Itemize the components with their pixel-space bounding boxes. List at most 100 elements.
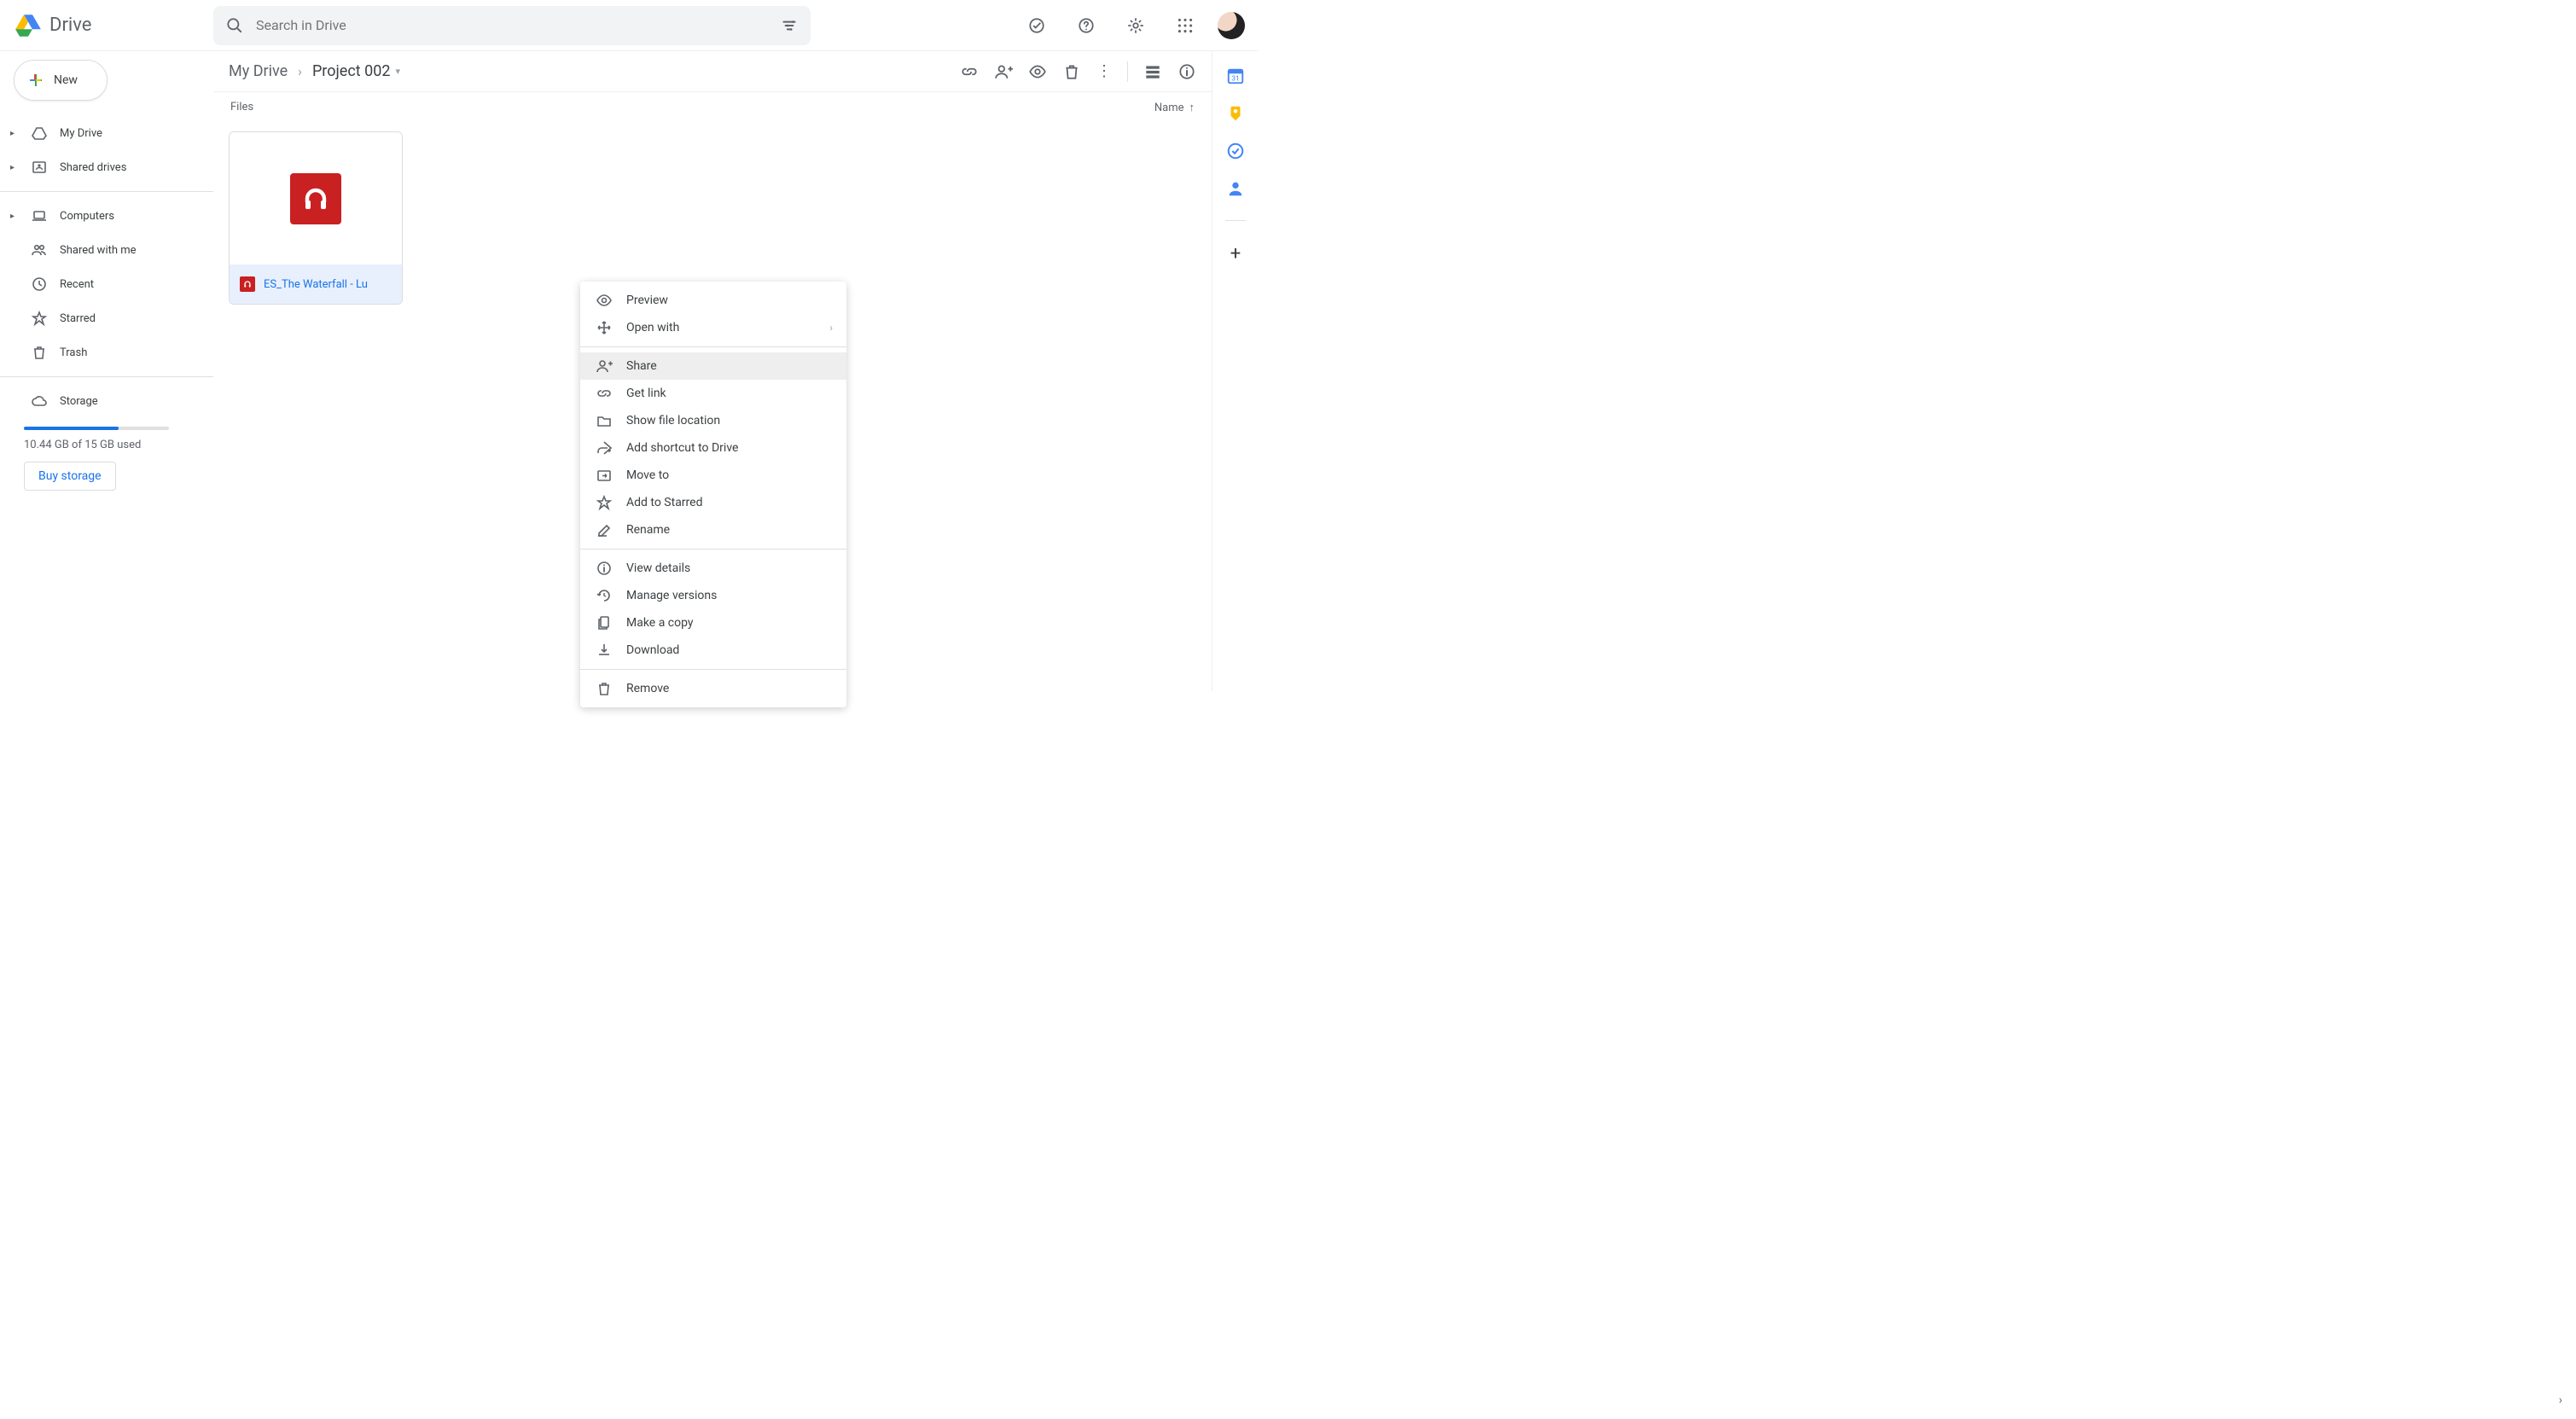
sidebar-item-label: My Drive bbox=[60, 127, 102, 140]
trash-icon bbox=[31, 344, 48, 361]
link-icon[interactable] bbox=[960, 62, 979, 81]
recent-icon bbox=[31, 276, 48, 293]
add-on-button[interactable]: + bbox=[1230, 243, 1241, 265]
context-menu-item-open-with[interactable]: Open with› bbox=[580, 314, 846, 341]
context-menu-item-add-shortcut-to-drive[interactable]: Add shortcut to Drive bbox=[580, 434, 846, 462]
side-panel-toggle[interactable]: › bbox=[2559, 1393, 2562, 1407]
search-filter-icon[interactable] bbox=[780, 16, 799, 35]
context-menu-item-show-file-location[interactable]: Show file location bbox=[580, 407, 846, 434]
chevron-right-icon: › bbox=[829, 322, 833, 334]
cloud-icon bbox=[31, 393, 48, 410]
context-menu-label: Share bbox=[626, 359, 657, 373]
contacts-icon[interactable] bbox=[1226, 179, 1245, 198]
sidebar-item-label: Starred bbox=[60, 312, 96, 325]
sidebar-item-my-drive[interactable]: ▸My Drive bbox=[0, 116, 213, 150]
file-name: ES_The Waterfall - Lu bbox=[264, 278, 368, 291]
info-icon bbox=[596, 560, 613, 577]
star-icon bbox=[31, 310, 48, 327]
breadcrumb-root[interactable]: My Drive bbox=[229, 62, 288, 80]
sort-button[interactable]: Name ↑ bbox=[1154, 101, 1195, 114]
history-icon bbox=[596, 587, 613, 604]
settings-button[interactable] bbox=[1119, 9, 1153, 43]
eye-icon bbox=[596, 292, 613, 309]
context-menu-label: Remove bbox=[626, 682, 669, 695]
list-view-icon[interactable] bbox=[1143, 62, 1162, 81]
context-menu-item-download[interactable]: Download bbox=[580, 637, 846, 664]
header-actions bbox=[1020, 9, 1245, 43]
new-button[interactable]: New bbox=[14, 60, 108, 101]
context-menu-item-make-a-copy[interactable]: Make a copy bbox=[580, 609, 846, 637]
context-menu-item-manage-versions[interactable]: Manage versions bbox=[580, 582, 846, 609]
context-menu-label: Rename bbox=[626, 523, 670, 537]
app-name: Drive bbox=[49, 15, 91, 36]
svg-text:31: 31 bbox=[1231, 75, 1239, 84]
apps-button[interactable] bbox=[1168, 9, 1202, 43]
audio-file-icon bbox=[240, 276, 255, 292]
breadcrumb-current[interactable]: Project 002▾ bbox=[312, 62, 400, 80]
shortcut-icon bbox=[596, 439, 613, 457]
sidebar-item-label: Shared drives bbox=[60, 161, 126, 174]
eye-icon[interactable] bbox=[1028, 62, 1047, 81]
file-card[interactable]: ES_The Waterfall - Lu bbox=[229, 131, 403, 305]
download-icon bbox=[596, 642, 613, 659]
sort-label: Name bbox=[1154, 102, 1184, 114]
search-input[interactable] bbox=[256, 17, 768, 33]
apps-icon bbox=[1176, 16, 1195, 35]
shared-drives-icon bbox=[31, 159, 48, 176]
offline-ready-button[interactable] bbox=[1020, 9, 1054, 43]
buy-storage-button[interactable]: Buy storage bbox=[24, 462, 116, 491]
help-icon bbox=[1077, 16, 1096, 35]
keep-icon[interactable] bbox=[1226, 104, 1245, 123]
open-with-icon bbox=[596, 319, 613, 336]
trash-icon[interactable] bbox=[1062, 62, 1081, 81]
plus-icon bbox=[25, 70, 45, 90]
search-icon bbox=[225, 16, 244, 35]
sidebar-item-shared-with-me[interactable]: ▸Shared with me bbox=[0, 233, 213, 267]
context-menu-item-share[interactable]: Share bbox=[580, 352, 846, 380]
person-add-icon[interactable] bbox=[994, 62, 1013, 81]
info-icon[interactable] bbox=[1178, 62, 1196, 81]
computers-icon bbox=[31, 207, 48, 224]
search-bar[interactable] bbox=[213, 6, 811, 45]
main-content: My Drive › Project 002▾ ⋮ Files Name↑ bbox=[213, 51, 1212, 691]
context-menu-label: Preview bbox=[626, 294, 668, 307]
sidebar-item-label: Trash bbox=[60, 346, 87, 359]
sidebar-item-recent[interactable]: ▸Recent bbox=[0, 267, 213, 301]
context-menu-label: Download bbox=[626, 643, 679, 657]
chevron-right-icon: › bbox=[298, 63, 302, 79]
context-menu-label: Add to Starred bbox=[626, 496, 702, 509]
context-menu-item-move-to[interactable]: Move to bbox=[580, 462, 846, 489]
rename-icon bbox=[596, 521, 613, 538]
sidebar-item-trash[interactable]: ▸Trash bbox=[0, 335, 213, 369]
context-menu-item-remove[interactable]: Remove bbox=[580, 675, 846, 702]
file-thumbnail bbox=[230, 132, 402, 265]
storage-bar bbox=[24, 427, 169, 430]
context-menu-item-preview[interactable]: Preview bbox=[580, 287, 846, 314]
sidebar-item-computers[interactable]: ▸Computers bbox=[0, 199, 213, 233]
help-button[interactable] bbox=[1069, 9, 1103, 43]
sidebar-item-label: Recent bbox=[60, 278, 94, 291]
file-name-row: ES_The Waterfall - Lu bbox=[230, 265, 402, 304]
new-button-label: New bbox=[54, 73, 78, 87]
drive-logo-icon bbox=[14, 11, 43, 40]
calendar-icon[interactable]: 31 bbox=[1226, 67, 1245, 85]
context-menu-item-add-to-starred[interactable]: Add to Starred bbox=[580, 489, 846, 516]
sidebar: New ▸My Drive ▸Shared drives ▸Computers … bbox=[0, 51, 213, 691]
sidebar-item-shared-drives[interactable]: ▸Shared drives bbox=[0, 150, 213, 184]
context-menu-item-rename[interactable]: Rename bbox=[580, 516, 846, 544]
logo[interactable]: Drive bbox=[14, 11, 213, 40]
context-menu-item-view-details[interactable]: View details bbox=[580, 555, 846, 582]
storage-block: 10.44 GB of 15 GB used Buy storage bbox=[0, 427, 213, 491]
account-avatar[interactable] bbox=[1218, 12, 1245, 39]
arrow-up-icon: ↑ bbox=[1189, 101, 1195, 114]
header: Drive bbox=[0, 0, 1259, 51]
trash-icon bbox=[596, 680, 613, 697]
sidebar-item-storage[interactable]: ▸Storage bbox=[0, 384, 213, 418]
sidebar-item-starred[interactable]: ▸Starred bbox=[0, 301, 213, 335]
side-panel: 31 + bbox=[1212, 51, 1259, 691]
context-menu-item-get-link[interactable]: Get link bbox=[580, 380, 846, 407]
context-menu-label: Move to bbox=[626, 468, 669, 482]
my-drive-icon bbox=[31, 125, 48, 142]
tasks-icon[interactable] bbox=[1226, 142, 1245, 160]
storage-used-text: 10.44 GB of 15 GB used bbox=[24, 439, 213, 451]
